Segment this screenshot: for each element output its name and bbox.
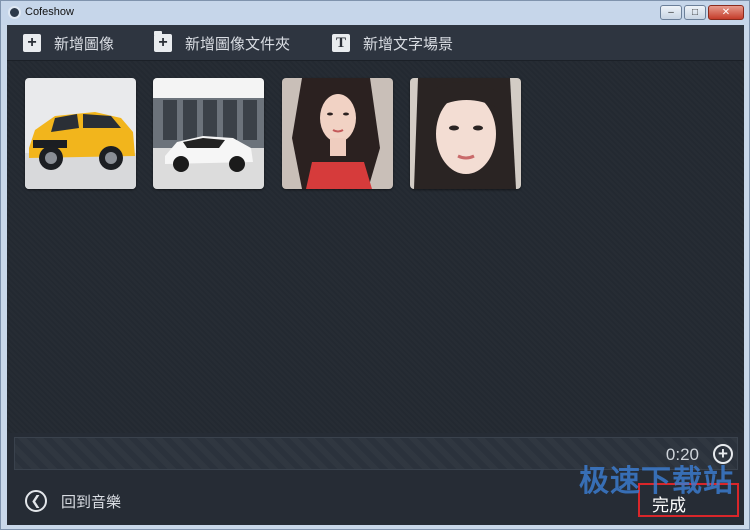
back-to-music-button[interactable]: ❮ 回到音樂 bbox=[25, 490, 121, 512]
minimize-icon: – bbox=[668, 6, 674, 18]
done-label: 完成 bbox=[652, 496, 686, 515]
window-title: Cofeshow bbox=[25, 6, 74, 18]
slide-area bbox=[7, 61, 744, 433]
thumbnail-white-car[interactable] bbox=[153, 78, 264, 189]
yellow-suv-image bbox=[25, 78, 136, 189]
white-car-image bbox=[153, 78, 264, 189]
done-button[interactable]: 完成 bbox=[638, 483, 739, 517]
maximize-button[interactable]: □ bbox=[684, 5, 706, 20]
add-text-button[interactable]: T 新增文字場景 bbox=[332, 33, 453, 53]
app-logo-icon bbox=[8, 6, 21, 19]
add-folder-label: 新增圖像文件夾 bbox=[185, 35, 291, 53]
close-icon: ✕ bbox=[721, 6, 731, 18]
add-folder-button[interactable]: + 新增圖像文件夾 bbox=[154, 31, 291, 53]
back-arrow-icon: ❮ bbox=[25, 490, 47, 512]
duration-label: 0:20 bbox=[665, 445, 699, 464]
minimize-button[interactable]: – bbox=[660, 5, 682, 20]
add-text-label: 新增文字場景 bbox=[363, 35, 454, 53]
close-button[interactable]: ✕ bbox=[708, 5, 744, 20]
app-window: Cofeshow – □ ✕ + 新增圖像 + 新增圖像文件夾 T 新增文字場景 bbox=[0, 0, 750, 530]
back-to-music-label: 回到音樂 bbox=[61, 493, 122, 511]
add-image-button[interactable]: + 新增圖像 bbox=[23, 33, 114, 53]
app-content: + 新增圖像 + 新增圖像文件夾 T 新增文字場景 0:20 + ❮ 回到音樂 … bbox=[7, 25, 744, 525]
thumbnail-yellow-suv[interactable] bbox=[25, 78, 136, 189]
window-controls: – □ ✕ bbox=[660, 5, 744, 20]
timeline-track[interactable]: 0:20 + bbox=[14, 437, 738, 470]
add-image-label: 新增圖像 bbox=[54, 35, 115, 53]
toolbar: + 新增圖像 + 新增圖像文件夾 T 新增文字場景 bbox=[7, 25, 744, 61]
plus-icon: + bbox=[23, 34, 41, 52]
title-bar[interactable]: Cofeshow – □ ✕ bbox=[1, 1, 749, 25]
plus-circle-icon[interactable]: + bbox=[713, 444, 733, 464]
thumbnail-woman-red[interactable] bbox=[282, 78, 393, 189]
woman-portrait-image bbox=[410, 78, 521, 189]
folder-plus-icon: + bbox=[154, 31, 172, 52]
woman-red-image bbox=[282, 78, 393, 189]
text-icon: T bbox=[332, 34, 350, 52]
thumbnail-woman-portrait[interactable] bbox=[410, 78, 521, 189]
maximize-icon: □ bbox=[691, 6, 699, 18]
